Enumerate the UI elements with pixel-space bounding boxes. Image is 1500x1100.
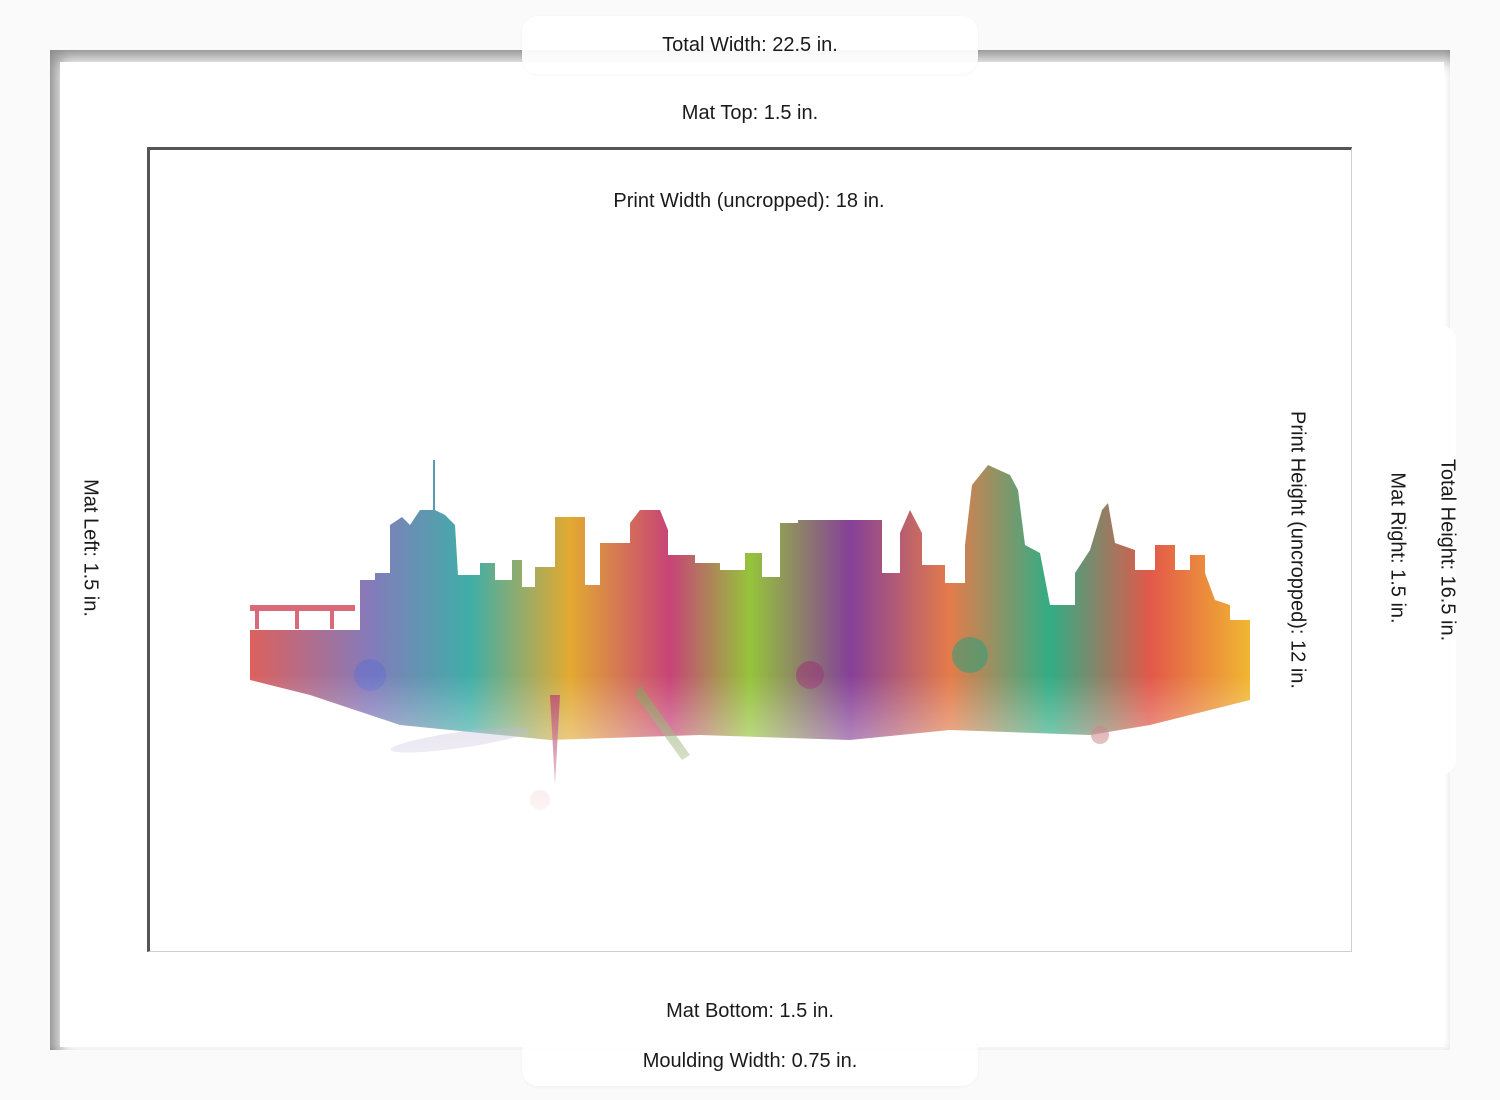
moulding-width-label: Moulding Width: 0.75 in.: [522, 1036, 978, 1086]
framed-print-preview: Total Width: 22.5 in. Mat Top: 1.5 in. P…: [0, 0, 1500, 1100]
print-width-label: Print Width (uncropped): 18 in.: [613, 190, 885, 212]
total-width-label: Total Width: 22.5 in.: [522, 16, 978, 74]
mat-top-text: Mat Top: 1.5 in.: [681, 101, 819, 124]
mat-left-label: Mat Left: 1.5 in.: [79, 479, 102, 617]
print-height-label: Print Height (uncropped): 12 in.: [1286, 411, 1309, 689]
mat-bottom-text: Mat Bottom: 1.5 in.: [666, 999, 834, 1022]
moulding-width-text: Moulding Width: 0.75 in.: [642, 1049, 858, 1072]
mat-bottom-label: Mat Bottom: 1.5 in.: [522, 980, 978, 1042]
mat-top-label: Mat Top: 1.5 in.: [522, 84, 978, 142]
total-height-label: Total Height: 16.5 in.: [1436, 458, 1459, 642]
mat-right-label: Mat Right: 1.5 in.: [1386, 472, 1409, 624]
skyline-artwork: [250, 460, 1250, 835]
total-width-text: Total Width: 22.5 in.: [662, 33, 838, 56]
